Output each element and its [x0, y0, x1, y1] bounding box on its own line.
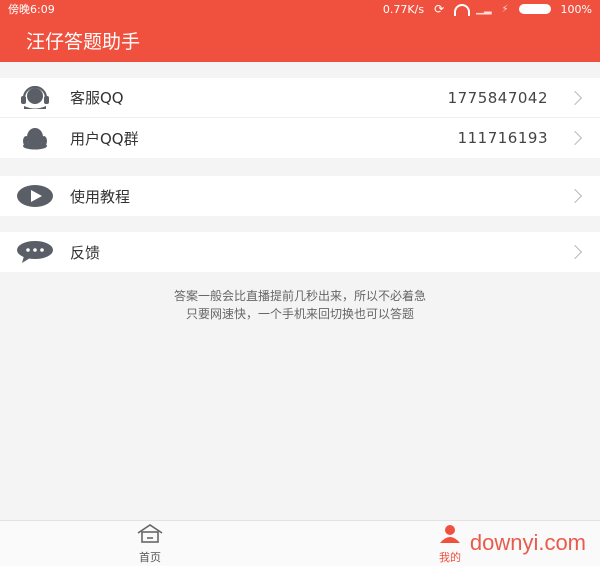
watermark: downyi.com [469, 530, 586, 555]
sync-icon: ⟳ [434, 2, 445, 16]
status-time: 傍晚6:09 [8, 3, 55, 16]
tip-text: 答案一般会比直播提前几秒出来，所以不必着急 只要网速快，一个手机来回切换也可以答… [0, 287, 600, 323]
chevron-right-icon [567, 244, 583, 260]
tutorial-group: 使用教程 [0, 176, 600, 216]
feedback-label: 反馈 [70, 243, 101, 262]
chat-bubble-icon [16, 240, 54, 264]
wifi-icon [454, 4, 471, 16]
list-item-user-qq-group[interactable]: 用户QQ群 111716193 [0, 118, 600, 158]
chevron-right-icon [567, 90, 583, 105]
user-qq-group-value: 111716193 [457, 129, 548, 147]
tip-line-1: 答案一般会比直播提前几秒出来，所以不必着急 [173, 289, 426, 303]
support-qq-value: 1775847042 [447, 88, 548, 107]
tip-line-2: 只要网速快，一个手机来回切换也可以答题 [185, 307, 414, 321]
battery-icon [518, 4, 551, 14]
status-indicators: 0.77K/s ⟳ ▁▂ ⚡ 100% [383, 2, 592, 16]
tab-mine-label: 我的 [439, 551, 461, 564]
play-icon [16, 184, 54, 208]
signal-icon: ▁▂ [476, 3, 492, 15]
tutorial-label: 使用教程 [70, 187, 131, 206]
person-icon [435, 523, 465, 547]
charging-icon: ⚡ [501, 3, 509, 15]
status-bar: 傍晚6:09 0.77K/s ⟳ ▁▂ ⚡ 100% [0, 0, 600, 18]
chevron-right-icon [567, 188, 583, 204]
page-title: 汪仔答题助手 [26, 30, 141, 53]
battery-level: 100% [560, 2, 592, 16]
user-qq-group-label: 用户QQ群 [70, 129, 139, 148]
qq-penguin-icon [16, 126, 54, 150]
chevron-right-icon [567, 130, 583, 146]
feedback-group: 反馈 [0, 232, 600, 272]
tab-home[interactable]: 首页 [90, 521, 210, 566]
support-qq-label: 客服QQ [70, 89, 124, 107]
network-speed: 0.77K/s [382, 2, 425, 16]
tab-home-label: 首页 [139, 551, 161, 564]
list-item-tutorial[interactable]: 使用教程 [0, 176, 600, 216]
app-bar: 汪仔答题助手 [0, 18, 600, 62]
home-icon [135, 523, 165, 547]
contact-group: 客服QQ 1775847042 用户QQ群 111716193 [0, 78, 600, 158]
list-item-support-qq[interactable]: 客服QQ 1775847042 [0, 78, 600, 118]
list-item-feedback[interactable]: 反馈 [0, 232, 600, 272]
headset-icon [16, 85, 54, 110]
